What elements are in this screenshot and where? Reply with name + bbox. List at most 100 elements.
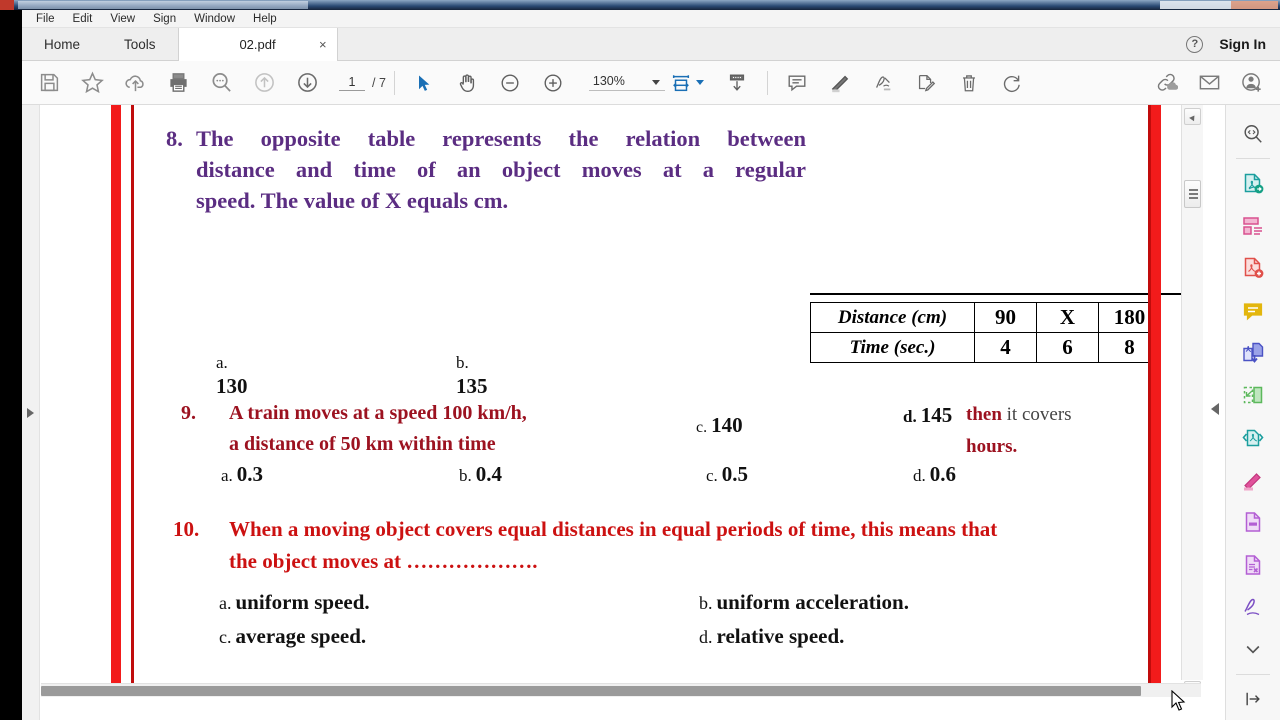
question-8-number: 8. — [166, 126, 183, 151]
next-page-icon[interactable] — [286, 61, 329, 105]
fill-and-sign-icon[interactable] — [905, 61, 948, 105]
option-value: 145 — [920, 403, 953, 427]
find-icon[interactable] — [200, 61, 243, 105]
comment-icon[interactable] — [1233, 289, 1273, 331]
document-viewport[interactable]: 8. The opposite table represents the rel… — [22, 105, 1225, 720]
redact-icon[interactable] — [1233, 501, 1273, 543]
menu-item-view[interactable]: View — [101, 10, 144, 28]
zoom-control[interactable]: 130% — [588, 74, 665, 91]
option-letter: d. — [699, 627, 713, 647]
hand-icon[interactable] — [446, 61, 489, 105]
scroll-mode-icon[interactable] — [716, 61, 759, 105]
help-icon[interactable]: ? — [1186, 35, 1204, 53]
previous-page-icon[interactable] — [243, 61, 286, 105]
page-number-input[interactable]: 1 — [339, 75, 365, 91]
fit-width-icon[interactable] — [666, 61, 696, 105]
table-cell: 6 — [1036, 332, 1099, 363]
question-9-inline-option-c: c. 140 — [696, 413, 743, 438]
question-9-inline-option-d: d. 145 — [903, 403, 952, 428]
select-cursor-icon[interactable] — [403, 61, 446, 105]
os-title-bar — [0, 0, 1280, 10]
question-10-options-row-2: c. average speed. d. relative speed. — [219, 619, 1009, 653]
vertical-scrollbar-thumb[interactable] — [1184, 180, 1201, 208]
question-10-text: When a moving object covers equal distan… — [229, 513, 1219, 577]
scroll-up-button[interactable] — [1184, 108, 1201, 125]
fill-and-sign-icon[interactable] — [1233, 586, 1273, 628]
option-letter: b. — [699, 593, 713, 613]
save-icon[interactable] — [28, 61, 71, 105]
collapse-right-panel-icon[interactable] — [1211, 403, 1219, 415]
left-panel-gutter[interactable] — [22, 105, 40, 720]
tab-tools[interactable]: Tools — [102, 28, 178, 61]
rail-divider-2 — [1236, 673, 1270, 675]
protect-icon[interactable] — [1233, 544, 1273, 586]
window-controls[interactable] — [1160, 1, 1278, 9]
export-pdf-icon[interactable] — [1233, 162, 1273, 204]
compress-pdf-icon[interactable] — [1233, 416, 1273, 458]
close-icon[interactable]: × — [319, 37, 327, 52]
rotate-icon[interactable] — [991, 61, 1034, 105]
option-value: uniform acceleration. — [716, 590, 909, 614]
comment-icon[interactable] — [776, 61, 819, 105]
collapse-panel-icon[interactable] — [1233, 678, 1273, 720]
horizontal-scrollbar-thumb[interactable] — [41, 686, 1141, 696]
question-9-option-a: a. 0.3 — [221, 462, 263, 487]
zoom-level-value[interactable]: 130% — [588, 74, 665, 91]
option-value: 0.6 — [929, 462, 956, 486]
option-letter: c. — [706, 466, 718, 485]
question-10-line-2: the object moves at ………………. — [229, 549, 538, 573]
menu-item-file[interactable]: File — [27, 10, 64, 28]
horizontal-scrollbar[interactable] — [41, 683, 1201, 697]
title-bar-app-icon — [0, 0, 14, 10]
question-8-option-b: b. 135 — [456, 352, 488, 399]
print-icon[interactable] — [157, 61, 200, 105]
zoom-out-icon[interactable] — [489, 61, 532, 105]
question-8-option-a: a. 130 — [216, 352, 248, 399]
pdf-page-content: 8. The opposite table represents the rel… — [41, 105, 1181, 720]
menu-item-sign[interactable]: Sign — [144, 10, 185, 28]
star-icon[interactable] — [71, 61, 114, 105]
question-9-option-b: b. 0.4 — [459, 462, 502, 487]
upload-cloud-icon[interactable] — [114, 61, 157, 105]
tab-document[interactable]: 02.pdf × — [177, 28, 338, 61]
sign-in-button[interactable]: Sign In — [1219, 36, 1266, 52]
toolbar-divider — [393, 70, 395, 95]
question-10-options: a. uniform speed. b. uniform acceleratio… — [219, 585, 1009, 653]
highlight-icon[interactable] — [819, 61, 862, 105]
zoom-in-icon[interactable] — [532, 61, 575, 105]
highlight-text-icon[interactable] — [1233, 459, 1273, 501]
question-10-option-a: a. uniform speed. — [219, 585, 370, 622]
crop-pages-icon[interactable] — [1233, 374, 1273, 416]
combine-files-icon[interactable] — [1233, 332, 1273, 374]
tab-document-label: 02.pdf — [239, 37, 276, 52]
menu-item-edit[interactable]: Edit — [64, 10, 102, 28]
menu-item-window[interactable]: Window — [185, 10, 244, 28]
signature-icon[interactable] — [862, 61, 905, 105]
page-total-label: / 7 — [372, 75, 386, 90]
question-10-option-d: d. relative speed. — [699, 619, 844, 656]
add-person-icon[interactable] — [1231, 61, 1274, 105]
table-row-header: Time (sec.) — [810, 332, 975, 363]
question-9-tail-bold-1: then — [966, 404, 1002, 425]
email-icon[interactable] — [1188, 61, 1231, 105]
tab-strip: Home Tools 02.pdf × ? Sign In — [22, 28, 1280, 61]
question-8-line-2: distance and time of an object moves at … — [196, 157, 806, 182]
vertical-scrollbar[interactable] — [1181, 105, 1203, 698]
menu-item-help[interactable]: Help — [244, 10, 286, 28]
option-value: 0.3 — [236, 462, 264, 486]
expand-left-panel-icon[interactable] — [27, 408, 34, 418]
distance-time-table: Distance (cm) 90 X 180 Time (sec.) 4 6 8 — [810, 302, 1161, 363]
share-link-icon[interactable] — [1145, 61, 1188, 105]
search-document-icon[interactable] — [1233, 113, 1273, 155]
tab-home[interactable]: Home — [22, 28, 102, 61]
tab-strip-right: ? Sign In — [1186, 28, 1280, 60]
create-pdf-icon[interactable] — [1233, 247, 1273, 289]
table-cell: 90 — [974, 302, 1037, 333]
option-letter: a. — [221, 466, 233, 485]
option-value: 130 — [216, 374, 248, 398]
option-letter: c. — [696, 419, 708, 436]
more-tools-chevron-icon[interactable] — [1233, 628, 1273, 670]
organize-pages-icon[interactable] — [1233, 205, 1273, 247]
fit-width-chevron-down-icon[interactable] — [695, 80, 704, 85]
trash-icon[interactable] — [948, 61, 991, 105]
